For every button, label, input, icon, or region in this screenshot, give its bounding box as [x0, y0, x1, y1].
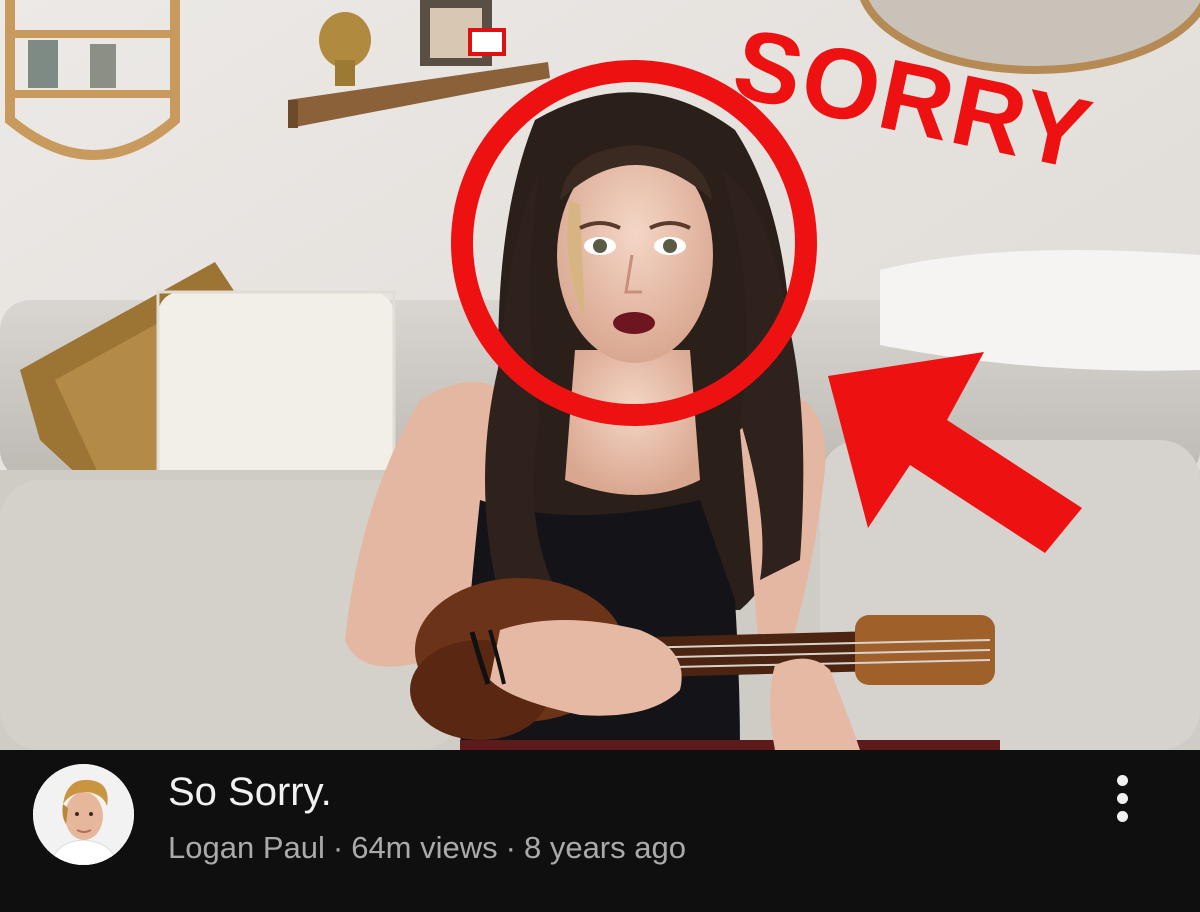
video-title[interactable]: So Sorry. — [168, 770, 332, 815]
channel-avatar[interactable] — [33, 764, 134, 865]
view-count: 64m views — [351, 830, 498, 865]
avatar-image — [33, 764, 134, 865]
more-vert-icon — [1116, 792, 1128, 804]
upload-age: 8 years ago — [523, 830, 686, 865]
more-options-button[interactable] — [1100, 768, 1144, 828]
meta-separator: · — [505, 830, 516, 865]
video-thumbnail[interactable]: SORRY — [0, 0, 1200, 750]
channel-name[interactable]: Logan Paul — [168, 830, 325, 866]
meta-separator: · — [332, 830, 344, 865]
video-metadata: Logan Paul · 64m views · 8 years ago — [168, 830, 686, 866]
more-vert-icon — [1116, 774, 1128, 786]
more-vert-icon — [1116, 810, 1128, 822]
